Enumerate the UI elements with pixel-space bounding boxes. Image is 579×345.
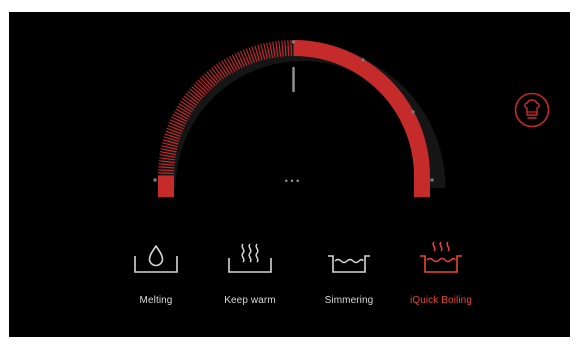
mode-iquick-boiling[interactable]: iQuick Boiling [396,240,486,306]
level-dot-far-right [430,178,434,182]
dial-tick-extension [158,176,174,197]
pot-boiling-icon [420,241,462,273]
level-dot-left [153,178,157,182]
mode-label-keep-warm: Keep warm [224,295,276,306]
mode-simmering[interactable]: Simmering [304,240,394,306]
chef-hat-icon [514,92,550,128]
center-indicator: • • • [285,176,299,186]
dial-tick [287,40,290,57]
cooktop-screen: • • • Melting Keep warm Simmering iQuick… [9,12,570,337]
level-dot-top [291,40,296,44]
mode-selector: Melting Keep warm Simmering iQuick Boili… [9,240,570,335]
mode-label-iquick-boiling: iQuick Boiling [410,295,472,306]
pot-simmer-icon [328,255,370,273]
mode-label-melting: Melting [139,295,173,306]
level-dot-upper-right [361,58,365,62]
mode-melting[interactable]: Melting [111,240,201,306]
mode-label-simmering: Simmering [324,295,374,306]
chef-button[interactable] [514,92,550,128]
dial-tick [158,169,175,172]
dial-active-arc [294,40,430,197]
pot-droplet-icon [134,245,178,273]
mode-keep-warm[interactable]: Keep warm [205,240,295,306]
steam-icon [228,243,272,273]
level-dot-right [411,110,415,114]
